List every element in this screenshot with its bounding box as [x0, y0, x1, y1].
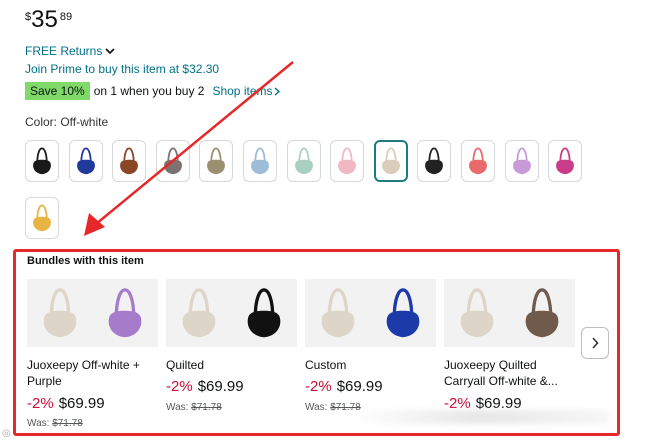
- annotation-arrow-icon: [84, 61, 294, 236]
- watermark: ◎: [2, 428, 11, 439]
- blur-overlay: [350, 410, 610, 424]
